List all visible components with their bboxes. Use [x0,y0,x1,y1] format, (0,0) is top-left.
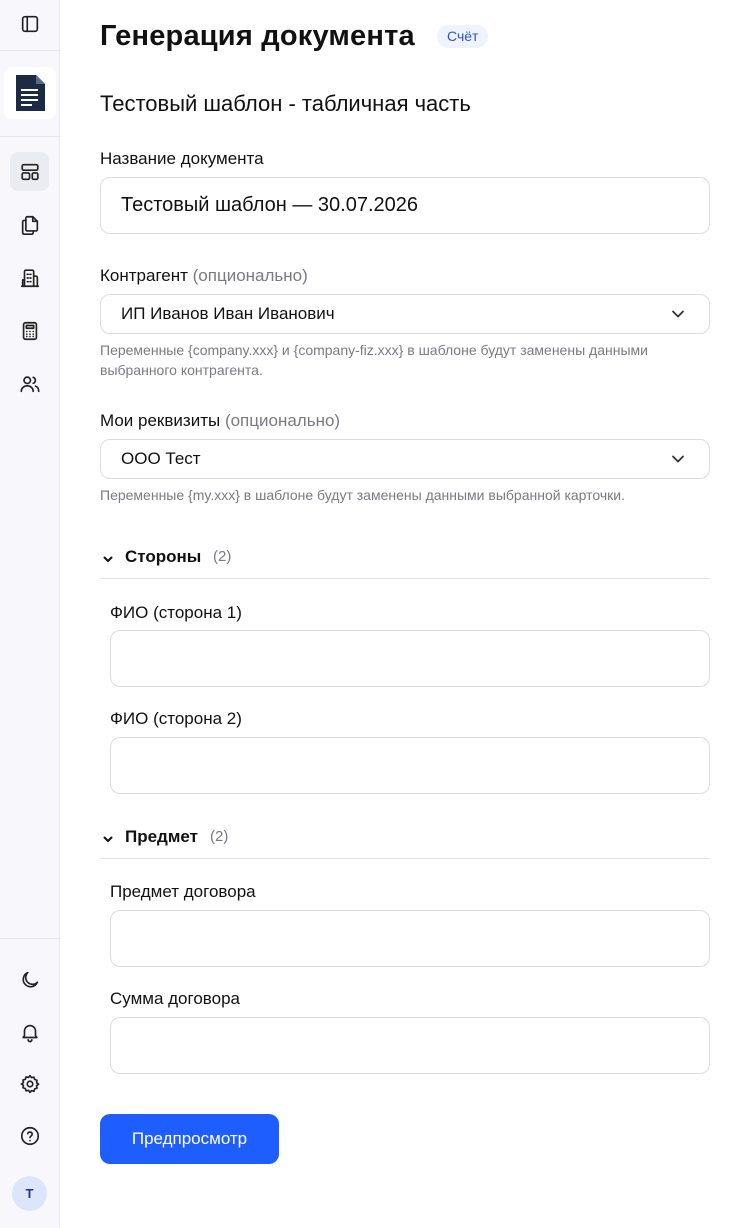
help-icon [20,1126,39,1145]
chevron-down-icon [102,832,114,844]
app-logo[interactable] [4,67,56,119]
document-logo-icon [16,75,45,111]
section-count: (2) [210,828,229,845]
counterparty-label-text: Контрагент [100,266,188,285]
chevron-down-icon [102,552,114,564]
party1-label: ФИО (сторона 1) [110,603,242,622]
section-count: (2) [213,548,232,565]
chevron-down-icon [671,307,685,321]
section-title: Стороны [125,547,202,566]
template-name: Тестовый шаблон - табличная часть [100,91,471,116]
party2-label: ФИО (сторона 2) [110,709,242,728]
counterparty-select[interactable]: ИП Иванов Иван Иванович [100,294,710,334]
preview-button[interactable]: Предпросмотр [100,1114,279,1164]
contract-subject-label: Предмет договора [110,882,256,901]
section-header-subject[interactable]: Предмет (2) [100,819,710,859]
notifications-button[interactable] [10,1012,49,1051]
document-type-badge: Счёт [437,25,489,48]
sidebar-divider [0,136,60,137]
calculator-icon [22,321,37,340]
optional-note: (опционально) [192,266,308,285]
section-header-parties[interactable]: Стороны (2) [100,539,710,579]
my-details-hint: Переменные {my.xxx} в шаблоне будут заме… [100,487,625,503]
moon-icon [21,971,38,988]
sidebar: T [0,0,60,1228]
sidebar-item-templates[interactable] [10,152,49,191]
documents-icon [21,215,38,235]
my-details-label: Мои реквизиты (опционально) [100,411,340,431]
my-details-value: ООО Тест [121,449,201,468]
users-icon [19,375,40,392]
sidebar-item-documents[interactable] [10,205,49,244]
sidebar-item-calculator[interactable] [10,311,49,350]
party1-input[interactable] [110,630,710,687]
sidebar-toggle-icon [21,15,38,32]
counterparty-hint: Переменные {company.xxx} и {company-fiz.… [100,342,648,378]
settings-button[interactable] [10,1064,49,1103]
doc-name-field[interactable]: Тестовый шаблон — 30.07.2026 [100,177,710,234]
section-title: Предмет [125,827,198,846]
sidebar-divider [0,938,60,939]
building-icon [20,268,39,287]
sidebar-divider [0,50,60,51]
bell-icon [21,1024,38,1042]
sidebar-item-users[interactable] [10,364,49,403]
contract-subject-input[interactable] [110,910,710,967]
layout-icon [20,163,39,180]
contract-sum-input[interactable] [110,1017,710,1074]
sidebar-toggle-button[interactable] [10,4,49,43]
gear-icon [20,1074,39,1093]
page-title: Генерация документа [100,20,415,52]
theme-toggle-button[interactable] [10,960,49,999]
avatar[interactable]: T [12,1176,47,1211]
my-details-select[interactable]: ООО Тест [100,439,710,479]
counterparty-label: Контрагент (опционально) [100,266,308,286]
doc-name-label: Название документа [100,149,264,168]
party2-input[interactable] [110,737,710,794]
chevron-down-icon [671,452,685,466]
sidebar-item-companies[interactable] [10,258,49,297]
my-details-label-text: Мои реквизиты [100,411,221,430]
counterparty-value: ИП Иванов Иван Иванович [121,304,335,323]
help-button[interactable] [10,1116,49,1155]
contract-sum-label: Сумма договора [110,989,240,1008]
optional-note: (опционально) [224,411,341,430]
doc-name-value: Тестовый шаблон — 30.07.2026 [121,194,419,216]
